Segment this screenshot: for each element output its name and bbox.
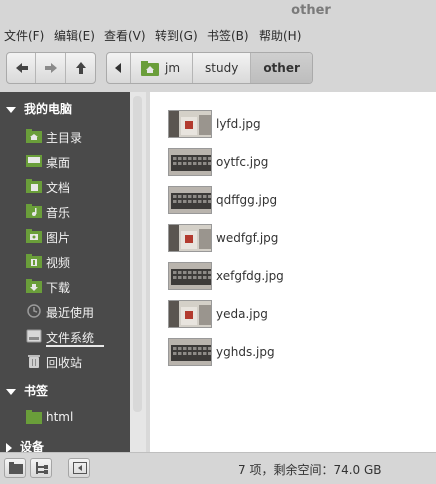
home-folder-icon [26, 129, 42, 143]
photo-thumbnail-icon [169, 301, 211, 327]
toolbar: jm study other [0, 46, 436, 92]
file-thumbnail [168, 338, 212, 366]
breadcrumb-label: study [205, 61, 239, 75]
home-folder-icon [141, 61, 159, 76]
collapse-arrow-icon [6, 442, 12, 452]
sidebar-item-label: html [46, 410, 74, 424]
usage-bar [46, 345, 104, 347]
arrow-right-icon [45, 63, 58, 73]
breadcrumb-item-jm[interactable]: jm [131, 53, 194, 83]
sidebar-toggle-icon [73, 462, 87, 474]
menu-edit[interactable]: 编辑(E) [54, 27, 95, 44]
file-thumbnail [168, 110, 212, 138]
hide-sidebar-button[interactable] [68, 458, 90, 478]
keyboard-thumbnail-icon [169, 149, 211, 175]
documents-folder-icon [26, 179, 42, 193]
title-bar: other [0, 0, 436, 22]
file-name: oytfc.jpg [216, 155, 269, 169]
nav-buttons [6, 52, 96, 84]
downloads-folder-icon [26, 279, 42, 293]
videos-folder-icon [26, 254, 42, 268]
breadcrumb: jm study other [106, 52, 313, 84]
recent-clock-icon [27, 304, 41, 318]
breadcrumb-item-other[interactable]: other [251, 53, 312, 83]
sidebar-scrollbar[interactable] [133, 96, 142, 412]
breadcrumb-item-study[interactable]: study [193, 53, 252, 83]
keyboard-thumbnail-icon [169, 187, 211, 213]
file-name: lyfd.jpg [216, 117, 261, 131]
status-text: 7 项，剩余空间：74.0 GB [238, 463, 382, 477]
expand-arrow-icon [6, 388, 16, 395]
section-label: 书签 [24, 384, 49, 398]
file-name: yghds.jpg [216, 345, 275, 359]
arrow-left-icon [16, 63, 28, 73]
forward-button[interactable] [36, 53, 66, 83]
photo-thumbnail-icon [169, 111, 211, 137]
keyboard-thumbnail-icon [169, 339, 211, 365]
file-thumbnail [168, 262, 212, 290]
keyboard-thumbnail-icon [169, 263, 211, 289]
window-title: other [291, 3, 331, 18]
menu-file[interactable]: 文件(F) [4, 27, 44, 44]
sidebar-item-label: 回收站 [46, 356, 83, 370]
sidebar-item-label: 主目录 [46, 131, 83, 145]
breadcrumb-label: jm [165, 61, 181, 75]
file-thumbnail [168, 148, 212, 176]
menu-go[interactable]: 转到(G) [155, 27, 198, 44]
sidebar-section-bookmarks[interactable]: 书签 [6, 382, 48, 399]
sidebar-item-label: 最近使用 [46, 306, 95, 320]
filesystem-drive-icon [26, 329, 42, 343]
file-thumbnail [168, 186, 212, 214]
arrow-up-icon [75, 62, 86, 74]
file-name: qdffgg.jpg [216, 193, 278, 207]
section-label: 我的电脑 [24, 102, 73, 116]
file-thumbnail [168, 224, 212, 252]
show-places-button[interactable] [4, 458, 26, 478]
up-button[interactable] [66, 53, 95, 83]
music-folder-icon [26, 204, 42, 218]
sidebar-section-computer[interactable]: 我的电脑 [6, 100, 72, 117]
sidebar-item-label: 音乐 [46, 206, 71, 220]
sidebar-item-label: 文档 [46, 181, 71, 195]
show-tree-button[interactable] [30, 458, 52, 478]
menu-help[interactable]: 帮助(H) [259, 27, 301, 44]
menu-bar: 文件(F) 编辑(E) 查看(V) 转到(G) 书签(B) 帮助(H) [0, 22, 436, 46]
sidebar-section-devices[interactable]: 设备 [6, 438, 44, 452]
sidebar: 我的电脑 主目录 桌面 文档 音乐 图片 视频 下载 最近使用 文件系统 回收站 [0, 92, 146, 452]
file-name: wedfgf.jpg [216, 231, 279, 245]
photo-thumbnail-icon [169, 225, 211, 251]
breadcrumb-back-button[interactable] [107, 53, 131, 83]
menu-view[interactable]: 查看(V) [104, 27, 146, 44]
trash-icon [28, 355, 40, 368]
back-button[interactable] [7, 53, 37, 83]
sidebar-item-label: 文件系统 [46, 331, 95, 345]
status-bar: 7 项，剩余空间：74.0 GB [0, 452, 436, 484]
sidebar-item-label: 图片 [46, 231, 71, 245]
chevron-left-icon [115, 63, 121, 73]
breadcrumb-label: other [263, 61, 300, 75]
sidebar-item-label: 下载 [46, 281, 71, 295]
file-thumbnail [168, 300, 212, 328]
folder-icon [9, 462, 23, 474]
folder-icon [26, 410, 42, 424]
sidebar-item-label: 视频 [46, 256, 71, 270]
menu-bookmarks[interactable]: 书签(B) [207, 27, 249, 44]
section-label: 设备 [20, 440, 45, 452]
pictures-folder-icon [26, 229, 42, 243]
file-name: xefgfdg.jpg [216, 269, 284, 283]
desktop-folder-icon [26, 155, 42, 167]
expand-arrow-icon [6, 106, 16, 113]
sidebar-item-label: 桌面 [46, 156, 71, 170]
file-list: lyfd.jpg oytfc.jpg qdffgg.jpg wedfgf.jpg xef… [150, 92, 436, 452]
file-name: yeda.jpg [216, 307, 268, 321]
tree-icon [36, 462, 48, 474]
